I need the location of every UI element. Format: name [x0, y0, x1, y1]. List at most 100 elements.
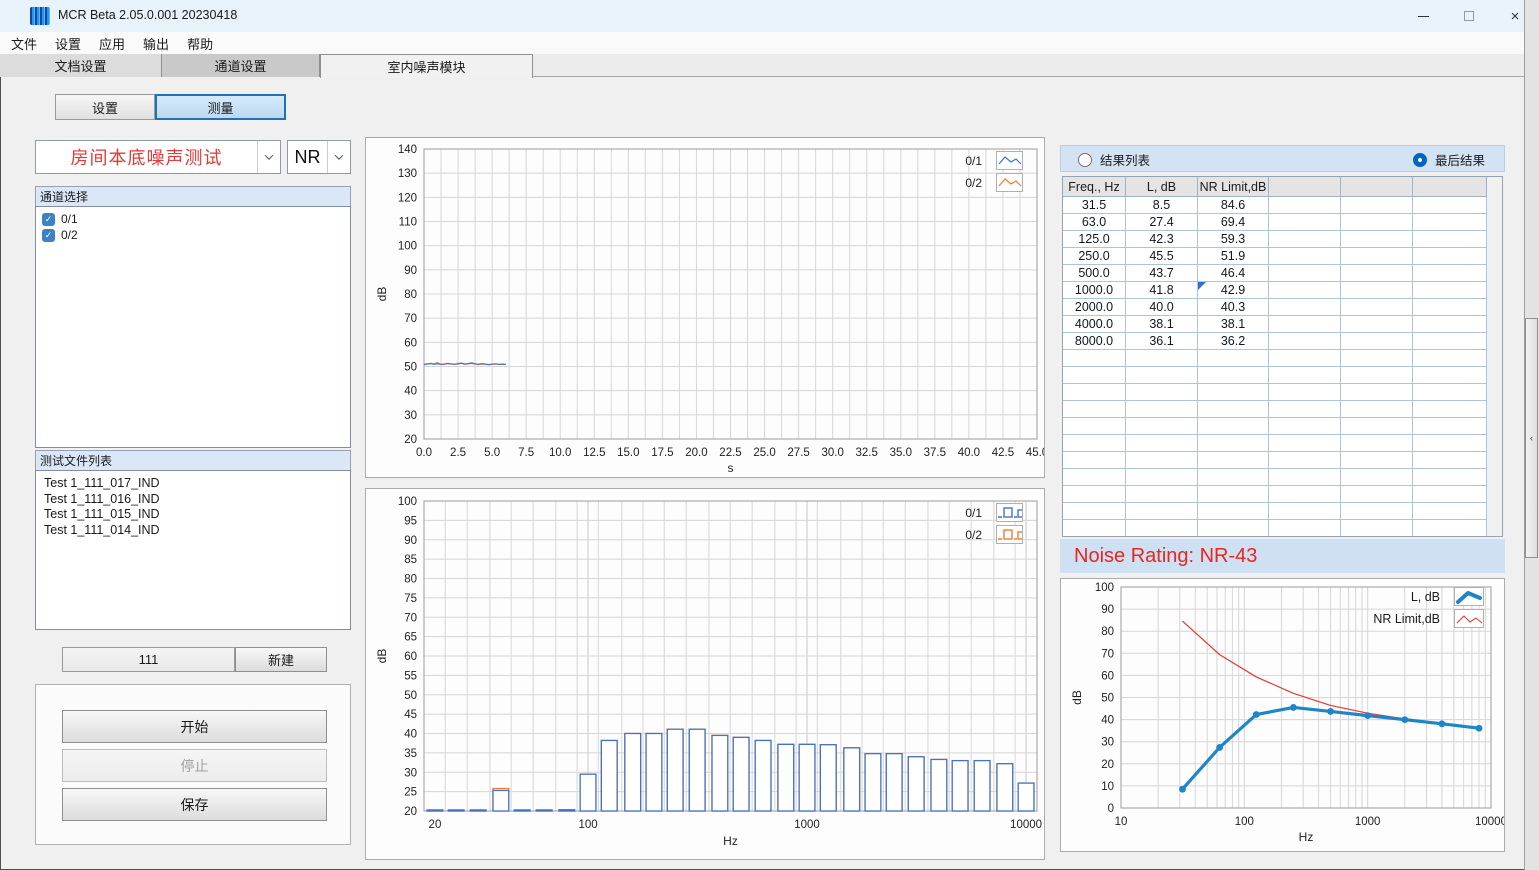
table-empty-row[interactable]	[1063, 418, 1502, 435]
svg-text:10000: 10000	[1010, 819, 1042, 831]
stop-button: 停止	[62, 749, 327, 782]
tab-settings[interactable]: 设置	[55, 94, 155, 120]
cell	[1269, 248, 1341, 265]
file-list-item[interactable]: Test 1_111_014_IND	[36, 523, 350, 539]
chevron-down-icon[interactable]	[257, 141, 280, 173]
cell	[1126, 401, 1198, 418]
table-row[interactable]: 63.027.469.4	[1063, 214, 1502, 231]
svg-text:1000: 1000	[794, 819, 820, 831]
svg-text:10: 10	[1115, 816, 1128, 828]
table-row[interactable]: 1000.041.842.9	[1063, 282, 1502, 299]
cell	[1126, 435, 1198, 452]
chevron-down-icon[interactable]	[327, 141, 350, 173]
channel-label: 0/2	[61, 228, 78, 242]
start-button[interactable]: 开始	[62, 710, 327, 743]
table-row[interactable]: 8000.036.136.2	[1063, 333, 1502, 350]
cell	[1198, 384, 1269, 401]
table-row[interactable]: 4000.038.138.1	[1063, 316, 1502, 333]
cell	[1063, 418, 1126, 435]
channel-item[interactable]: ✓ 0/2	[36, 227, 350, 243]
file-list-item[interactable]: Test 1_111_016_IND	[36, 492, 350, 508]
channel-item[interactable]: ✓0/1	[36, 211, 350, 227]
table-empty-row[interactable]	[1063, 469, 1502, 486]
cell: 27.4	[1126, 214, 1198, 231]
cell	[1063, 452, 1126, 469]
checkbox-checked-icon[interactable]: ✓	[42, 229, 55, 242]
svg-text:40.0: 40.0	[958, 447, 980, 459]
table-row[interactable]: 2000.040.040.3	[1063, 299, 1502, 316]
table-empty-row[interactable]	[1063, 350, 1502, 367]
close-icon: ×	[1511, 8, 1520, 25]
header-cell	[1341, 177, 1413, 197]
legend-label: 0/1	[965, 506, 982, 520]
table-empty-row[interactable]	[1063, 435, 1502, 452]
test-type-combobox[interactable]: 房间本底噪声测试	[35, 140, 281, 174]
table-empty-row[interactable]	[1063, 367, 1502, 384]
svg-text:130: 130	[398, 168, 417, 180]
table-empty-row[interactable]	[1063, 401, 1502, 418]
tab-2-active[interactable]: 室内噪声模块	[320, 54, 533, 78]
cell	[1269, 231, 1341, 248]
cell: 8000.0	[1063, 333, 1126, 350]
table-row[interactable]: 500.043.746.4	[1063, 265, 1502, 282]
legend-label: NR Limit,dB	[1373, 612, 1440, 626]
menu-item-1[interactable]: 设置	[46, 32, 90, 55]
file-list-item[interactable]: Test 1_111_015_IND	[36, 507, 350, 523]
svg-text:80: 80	[404, 574, 417, 586]
cell: 51.9	[1198, 248, 1269, 265]
svg-text:Hz: Hz	[1299, 830, 1314, 844]
line-series-icon	[1454, 609, 1484, 628]
svg-text:70: 70	[404, 313, 417, 325]
cell	[1198, 350, 1269, 367]
table-row[interactable]: 250.045.551.9	[1063, 248, 1502, 265]
cell: 42.9	[1198, 282, 1269, 299]
channel-list: ✓0/1✓0/2	[35, 206, 351, 448]
save-button[interactable]: 保存	[62, 788, 327, 821]
table-empty-row[interactable]	[1063, 486, 1502, 503]
svg-text:95: 95	[404, 515, 417, 527]
cell	[1413, 350, 1487, 367]
cell: 31.5	[1063, 197, 1126, 214]
cell: 1000.0	[1063, 282, 1126, 299]
legend-label: 0/2	[965, 176, 982, 190]
tab-0[interactable]: 文档设置	[0, 54, 162, 77]
cell	[1269, 316, 1341, 333]
svg-text:60: 60	[1101, 670, 1114, 682]
table-empty-row[interactable]	[1063, 452, 1502, 469]
svg-text:2.5: 2.5	[450, 447, 466, 459]
svg-text:70: 70	[1101, 648, 1114, 660]
radio-selected-icon	[1413, 153, 1427, 167]
file-name-input[interactable]: 111	[62, 647, 235, 672]
file-list-item[interactable]: Test 1_111_017_IND	[36, 476, 350, 492]
minimize-button[interactable]	[1400, 0, 1446, 32]
app-logo-icon	[30, 7, 50, 25]
checkbox-checked-icon[interactable]: ✓	[42, 213, 55, 226]
menu-item-2[interactable]: 应用	[90, 32, 134, 55]
cell	[1341, 316, 1413, 333]
table-empty-row[interactable]	[1063, 520, 1502, 537]
maximize-button[interactable]	[1446, 0, 1492, 32]
svg-text:37.5: 37.5	[924, 447, 946, 459]
result-list-radio[interactable]: 结果列表	[1078, 146, 1150, 173]
tab-measure[interactable]: 测量	[155, 94, 286, 120]
table-row[interactable]: 31.58.584.6	[1063, 197, 1502, 214]
svg-text:65: 65	[404, 632, 417, 644]
window-controls: ×	[1400, 0, 1538, 32]
cell	[1063, 367, 1126, 384]
cell: 84.6	[1198, 197, 1269, 214]
table-row[interactable]: 125.042.359.3	[1063, 231, 1502, 248]
menu-item-0[interactable]: 文件	[2, 32, 46, 55]
cell	[1126, 486, 1198, 503]
table-empty-row[interactable]	[1063, 384, 1502, 401]
tab-1[interactable]: 通道设置	[162, 54, 320, 77]
svg-text:30: 30	[1101, 737, 1114, 749]
menu-item-4[interactable]: 帮助	[178, 32, 222, 55]
table-empty-row[interactable]	[1063, 503, 1502, 520]
menu-item-3[interactable]: 输出	[134, 32, 178, 55]
svg-text:70: 70	[404, 612, 417, 624]
new-button[interactable]: 新建	[235, 647, 327, 672]
rating-type-combobox[interactable]: NR	[287, 140, 351, 174]
last-result-radio[interactable]: 最后结果	[1413, 146, 1485, 173]
collapse-panel-button[interactable]: ‹	[1525, 318, 1538, 558]
cell: 4000.0	[1063, 316, 1126, 333]
